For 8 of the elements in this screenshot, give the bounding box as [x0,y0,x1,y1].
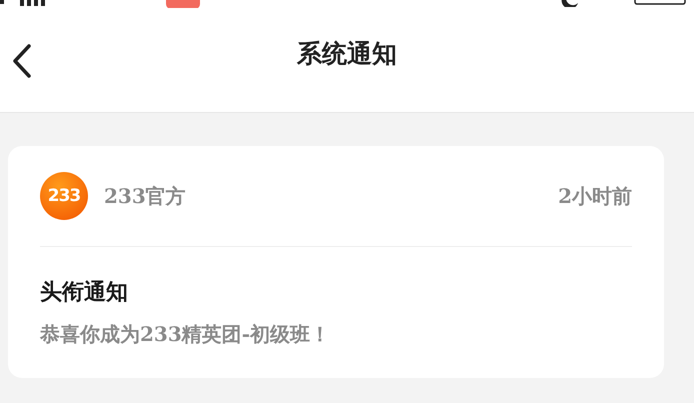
app-icon [166,0,200,8]
sender-name: 233官方 [104,182,187,210]
timestamp: 2小时前 [558,182,632,210]
moon-icon [560,0,580,7]
avatar-logo: 233 [40,172,88,220]
notification-title: 头衔通知 [40,278,129,307]
page-title: 系统通知 [297,38,397,70]
notification-body: 恭喜你成为233精英团-初级班！ [40,321,332,348]
